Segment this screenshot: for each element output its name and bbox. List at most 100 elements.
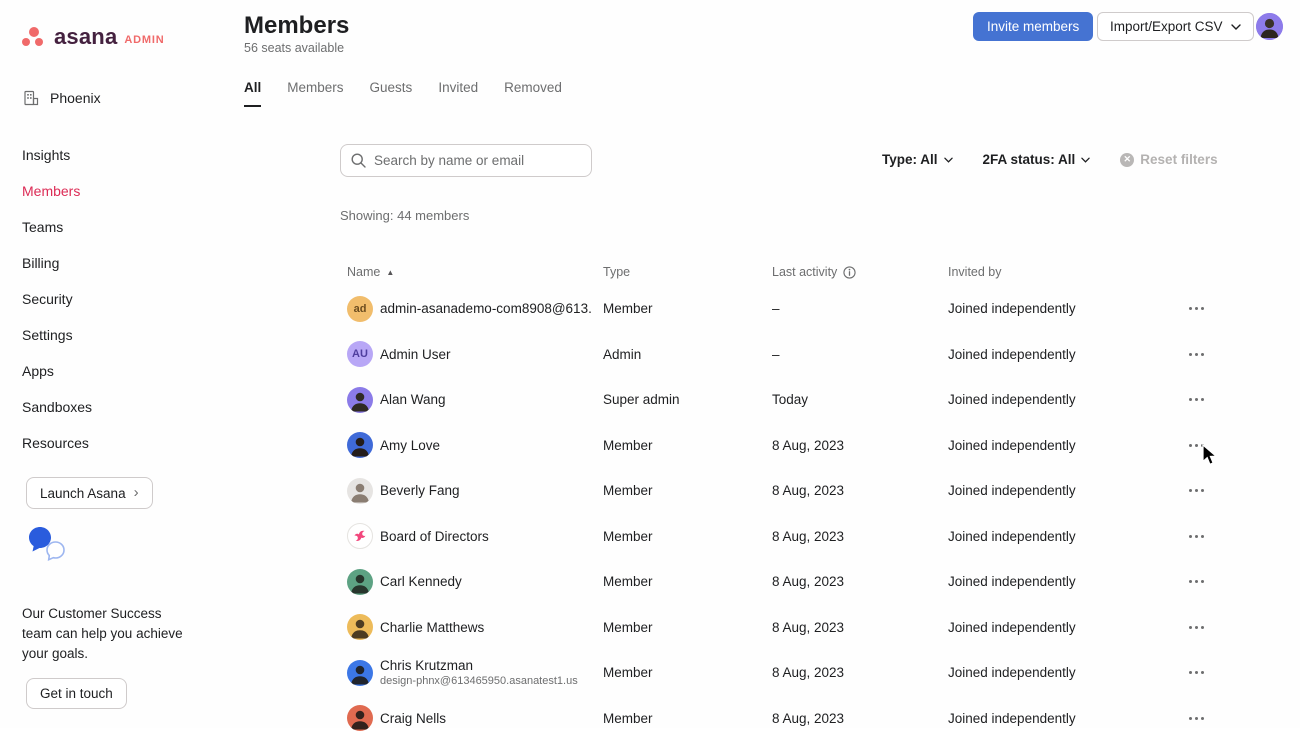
avatar-cell bbox=[340, 705, 380, 731]
member-name-cell[interactable]: Admin User bbox=[380, 347, 603, 362]
type-filter[interactable]: Type: All bbox=[882, 152, 953, 167]
member-name-cell[interactable]: Beverly Fang bbox=[380, 483, 603, 498]
sidebar-item-teams[interactable]: Teams bbox=[0, 209, 232, 245]
avatar-cell bbox=[340, 660, 380, 686]
member-name-cell[interactable]: Carl Kennedy bbox=[380, 574, 603, 589]
row-actions-menu[interactable] bbox=[1173, 671, 1212, 674]
avatar-cell bbox=[340, 478, 380, 504]
member-name: Board of Directors bbox=[380, 529, 593, 544]
member-name-cell[interactable]: Board of Directors bbox=[380, 529, 603, 544]
search-box bbox=[340, 144, 592, 177]
invited-by: Joined independently bbox=[948, 438, 1173, 453]
member-tabs: All Members Guests Invited Removed bbox=[244, 80, 562, 107]
member-name-cell[interactable]: Alan Wang bbox=[380, 392, 603, 407]
search-input[interactable] bbox=[374, 153, 581, 168]
member-type: Admin bbox=[603, 347, 772, 362]
tab-removed[interactable]: Removed bbox=[504, 80, 562, 107]
column-header-name[interactable]: Name ▲ bbox=[340, 265, 603, 279]
photo-avatar bbox=[347, 387, 373, 413]
2fa-status-filter[interactable]: 2FA status: All bbox=[983, 152, 1091, 167]
column-header-type[interactable]: Type bbox=[603, 265, 772, 279]
last-activity: 8 Aug, 2023 bbox=[772, 665, 948, 680]
sidebar-item-settings[interactable]: Settings bbox=[0, 317, 232, 353]
last-activity-header-label: Last activity bbox=[772, 265, 837, 279]
reset-filters-label: Reset filters bbox=[1140, 152, 1217, 167]
row-actions-menu[interactable] bbox=[1173, 580, 1212, 583]
2fa-filter-label: 2FA status: All bbox=[983, 152, 1076, 167]
member-name-cell[interactable]: Amy Love bbox=[380, 438, 603, 453]
member-type: Member bbox=[603, 574, 772, 589]
get-in-touch-label: Get in touch bbox=[40, 686, 113, 701]
sidebar-item-members[interactable]: Members bbox=[0, 173, 232, 209]
member-name: Amy Love bbox=[380, 438, 593, 453]
asana-logo-icon bbox=[22, 26, 46, 48]
member-name-cell[interactable]: Charlie Matthews bbox=[380, 620, 603, 635]
sidebar-item-apps[interactable]: Apps bbox=[0, 353, 232, 389]
sidebar-item-resources[interactable]: Resources bbox=[0, 425, 232, 461]
chevron-down-icon bbox=[1081, 157, 1090, 163]
table-row: Alan WangSuper adminTodayJoined independ… bbox=[340, 377, 1212, 423]
member-name-cell[interactable]: Chris Krutzmandesign-phnx@613465950.asan… bbox=[380, 658, 603, 687]
member-name-cell[interactable]: admin-asanademo-com8908@613... bbox=[380, 301, 603, 316]
photo-avatar bbox=[347, 705, 373, 731]
photo-avatar bbox=[347, 478, 373, 504]
invited-by: Joined independently bbox=[948, 620, 1173, 635]
building-icon bbox=[22, 89, 40, 107]
sidebar-item-insights[interactable]: Insights bbox=[0, 137, 232, 173]
row-actions-menu[interactable] bbox=[1173, 626, 1212, 629]
row-actions-menu[interactable] bbox=[1173, 353, 1212, 356]
row-actions-menu[interactable] bbox=[1173, 717, 1212, 720]
row-actions-menu[interactable] bbox=[1173, 535, 1212, 538]
asana-logo: asana ADMIN bbox=[22, 24, 164, 50]
info-icon bbox=[843, 266, 856, 279]
last-activity: 8 Aug, 2023 bbox=[772, 483, 948, 498]
table-row: Beverly FangMember8 Aug, 2023Joined inde… bbox=[340, 468, 1212, 514]
member-email: design-phnx@613465950.asanatest1.us bbox=[380, 675, 593, 687]
import-export-csv-button[interactable]: Import/Export CSV bbox=[1097, 12, 1254, 41]
last-activity: 8 Aug, 2023 bbox=[772, 620, 948, 635]
table-header: Name ▲ Type Last activity Invited by bbox=[340, 258, 1212, 286]
invite-members-button[interactable]: Invite members bbox=[973, 12, 1093, 41]
tab-invited[interactable]: Invited bbox=[438, 80, 478, 107]
invited-by: Joined independently bbox=[948, 347, 1173, 362]
get-in-touch-button[interactable]: Get in touch bbox=[26, 678, 127, 709]
column-header-last-activity[interactable]: Last activity bbox=[772, 265, 948, 279]
table-row: Board of DirectorsMember8 Aug, 2023Joine… bbox=[340, 514, 1212, 560]
last-activity: Today bbox=[772, 392, 948, 407]
sidebar-item-sandboxes[interactable]: Sandboxes bbox=[0, 389, 232, 425]
initials-avatar: AU bbox=[347, 341, 373, 367]
workspace-name: Phoenix bbox=[50, 90, 101, 106]
member-type: Member bbox=[603, 665, 772, 680]
avatar-cell: AU bbox=[340, 341, 380, 367]
table-row: Craig NellsMember8 Aug, 2023Joined indep… bbox=[340, 696, 1212, 741]
table-row: Chris Krutzmandesign-phnx@613465950.asan… bbox=[340, 650, 1212, 696]
search-icon bbox=[351, 153, 366, 168]
admin-console: asana ADMIN Phoenix InsightsMembersTeams… bbox=[0, 0, 1300, 728]
avatar-photo bbox=[1256, 13, 1283, 40]
table-row: Amy LoveMember8 Aug, 2023Joined independ… bbox=[340, 423, 1212, 469]
table-row: AUAdmin UserAdmin–Joined independently bbox=[340, 332, 1212, 378]
sidebar-item-security[interactable]: Security bbox=[0, 281, 232, 317]
member-name-cell[interactable]: Craig Nells bbox=[380, 711, 603, 726]
tab-guests[interactable]: Guests bbox=[370, 80, 413, 107]
member-type: Member bbox=[603, 438, 772, 453]
row-actions-menu[interactable] bbox=[1173, 398, 1212, 401]
invited-by: Joined independently bbox=[948, 574, 1173, 589]
sidebar-item-billing[interactable]: Billing bbox=[0, 245, 232, 281]
launch-asana-button[interactable]: Launch Asana › bbox=[26, 477, 153, 509]
column-header-invited-by[interactable]: Invited by bbox=[948, 265, 1173, 279]
member-name: Admin User bbox=[380, 347, 593, 362]
tab-all[interactable]: All bbox=[244, 80, 261, 107]
chevron-right-icon: › bbox=[134, 485, 139, 500]
tab-members[interactable]: Members bbox=[287, 80, 343, 107]
row-actions-menu[interactable] bbox=[1173, 489, 1212, 492]
row-actions-menu[interactable] bbox=[1173, 307, 1212, 310]
user-avatar[interactable] bbox=[1256, 13, 1283, 40]
workspace-selector[interactable]: Phoenix bbox=[22, 89, 101, 107]
row-actions-menu[interactable] bbox=[1173, 444, 1212, 447]
member-name: Carl Kennedy bbox=[380, 574, 593, 589]
member-type: Member bbox=[603, 529, 772, 544]
reset-filters-button[interactable]: ✕ Reset filters bbox=[1120, 152, 1217, 167]
member-type: Member bbox=[603, 483, 772, 498]
avatar-cell: ad bbox=[340, 296, 380, 322]
